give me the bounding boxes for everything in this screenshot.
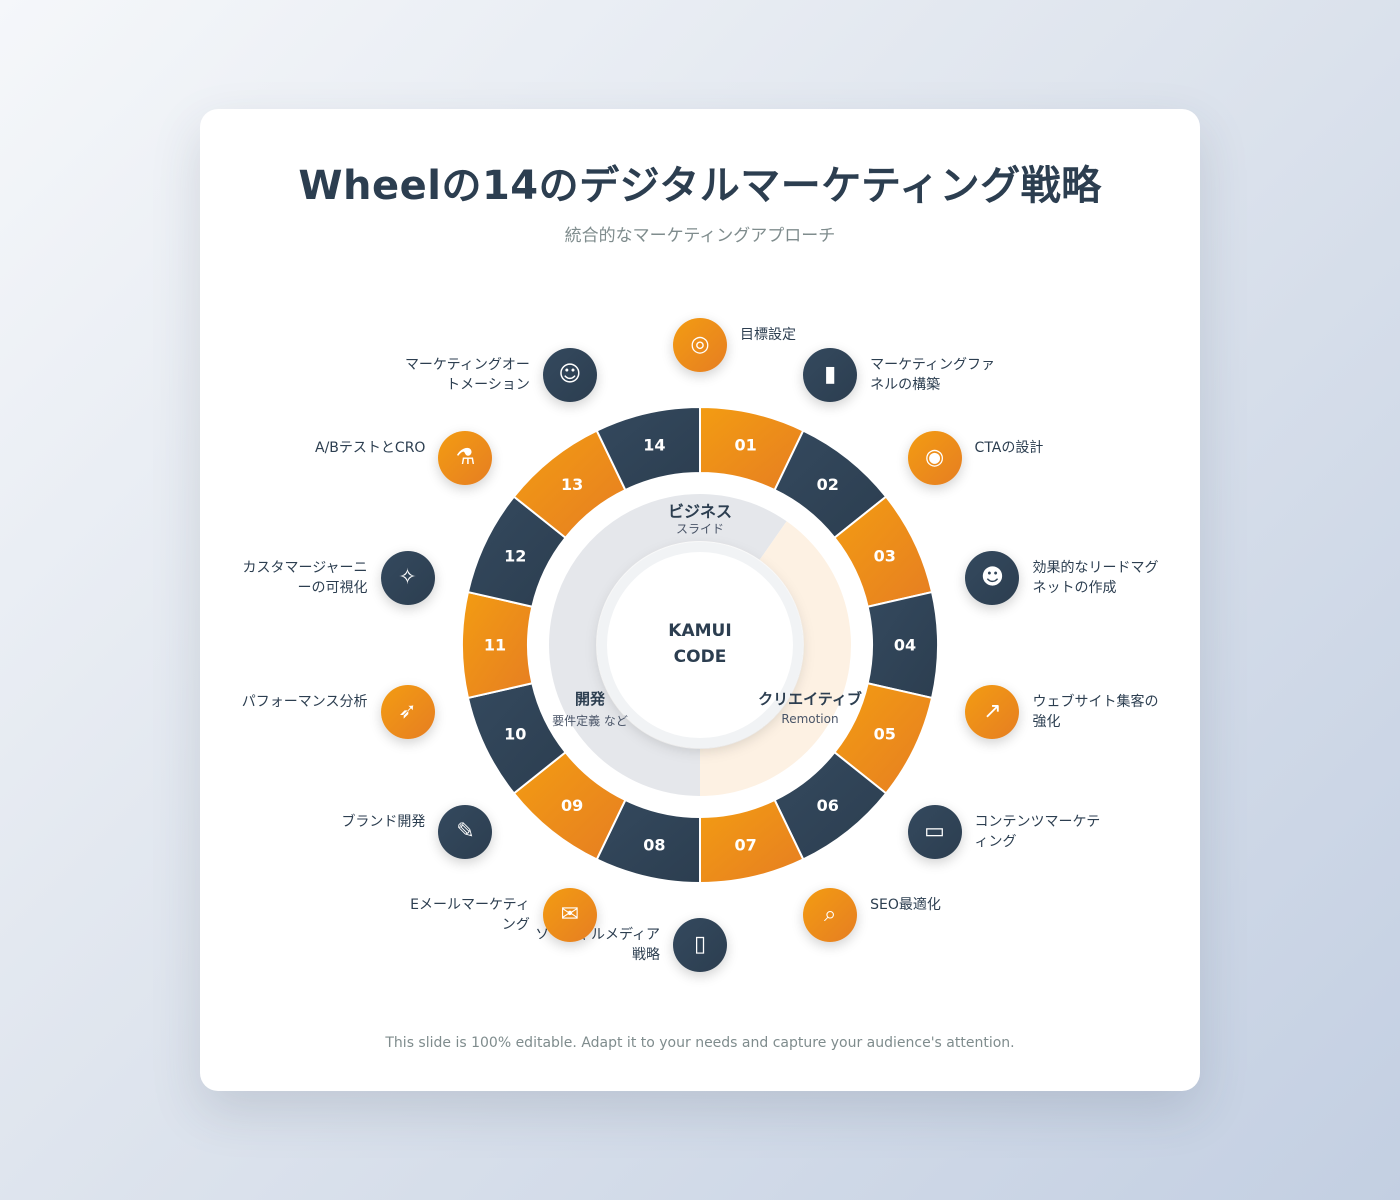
rocket-icon[interactable]: ➶ — [380, 684, 435, 739]
segment-number: 01 — [734, 436, 756, 455]
target-icon[interactable]: ◎ — [673, 318, 727, 372]
trend-up-icon[interactable]: ↗ — [965, 684, 1020, 739]
step-label-04: 効果的なリードマグネットの作成 — [1032, 560, 1159, 597]
laptop-icon[interactable]: ▭ — [907, 805, 962, 860]
segment-number: 05 — [874, 724, 896, 743]
segment-number: 06 — [817, 796, 839, 815]
step-label-10: ブランド開発 — [341, 814, 426, 831]
segment-number: 02 — [817, 475, 839, 494]
step-label-02: マーケティングファネルの構築 — [870, 356, 996, 393]
robot-icon[interactable]: ☺ — [542, 347, 597, 402]
step-label-14: マーケティングオートメーション — [404, 356, 530, 393]
section-creative-sub: Remotion — [781, 712, 839, 726]
section-business-sub: スライド — [675, 522, 724, 536]
segment-number: 12 — [504, 547, 526, 566]
bar-chart-icon[interactable]: ▮ — [803, 347, 858, 402]
step-label-11: パフォーマンス分析 — [241, 693, 368, 710]
step-label-06: コンテンツマーケティング — [974, 814, 1101, 851]
center-label-line2: CODE — [673, 647, 727, 667]
inner-ring — [549, 494, 851, 796]
step-label-07: SEO最適化 — [870, 897, 941, 914]
mail-icon[interactable]: ✉ — [542, 888, 597, 943]
footer-note: This slide is 100% editable. Adapt it to… — [385, 1035, 1015, 1051]
step-label-03: CTAの設計 — [974, 439, 1044, 456]
step-label-01: 目標設定 — [740, 327, 796, 343]
segment-number: 10 — [504, 724, 526, 743]
step-label-12: カスタマージャーニーの可視化 — [242, 560, 368, 597]
segment-number: 04 — [894, 636, 916, 655]
segment-number: 13 — [561, 475, 583, 494]
segment-number: 11 — [484, 636, 506, 655]
phone-icon[interactable]: ▯ — [673, 918, 727, 972]
section-creative-name: クリエイティブ — [758, 690, 862, 708]
segment-number: 07 — [734, 835, 756, 854]
segment-number: 09 — [561, 796, 583, 815]
section-dev-sub: 要件定義 など — [552, 714, 628, 728]
dart-icon[interactable]: ◉ — [907, 430, 962, 485]
compass-icon[interactable]: ✧ — [380, 551, 435, 606]
segment-number: 14 — [643, 436, 665, 455]
section-business-name: ビジネス — [667, 502, 732, 521]
section-dev-name: 開発 — [574, 690, 605, 708]
step-label-09: Eメールマーケティング — [410, 897, 530, 934]
slide-card: Wheelの14のデジタルマーケティング戦略 統合的なマーケティングアプローチ … — [200, 109, 1200, 1091]
step-label-05: ウェブサイト集客の強化 — [1032, 693, 1159, 730]
segment-number: 08 — [643, 835, 665, 854]
segment-number: 03 — [874, 547, 896, 566]
test-tube-icon[interactable]: ⚗ — [438, 430, 493, 485]
step-label-13: A/BテストとCRO — [315, 439, 426, 456]
center-label-line1: KAMUI — [668, 621, 732, 641]
